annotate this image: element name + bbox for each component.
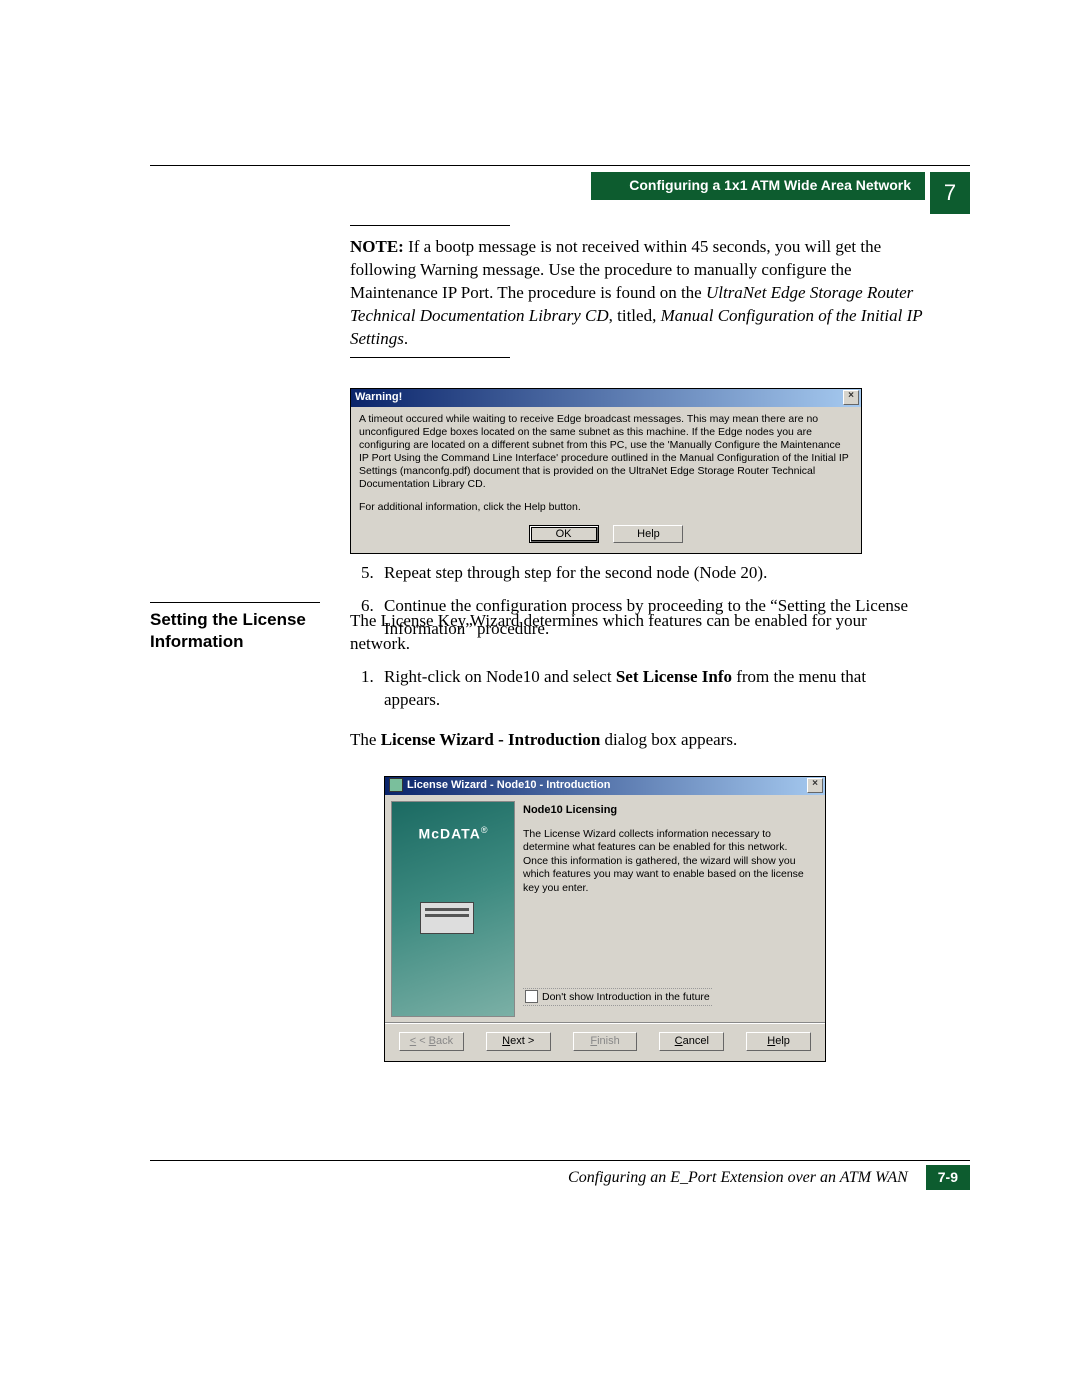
- warning-dialog: Warning! × A timeout occured while waiti…: [350, 388, 862, 555]
- section-heading-rule: [150, 602, 320, 603]
- note-bottom-rule: [350, 357, 510, 358]
- finish-button: Finish: [573, 1032, 638, 1051]
- wizard-title: License Wizard - Node10 - Introduction: [407, 779, 610, 791]
- section-steps: Right-click on Node10 and select Set Lic…: [350, 666, 925, 712]
- note-label: NOTE:: [350, 237, 404, 256]
- step1-bold: Set License Info: [616, 667, 732, 686]
- dont-show-label: Don't show Introduction in the future: [542, 990, 710, 1004]
- license-wizard-dialog: License Wizard - Node10 - Introduction ×…: [384, 776, 826, 1062]
- section-step-1: Right-click on Node10 and select Set Lic…: [378, 666, 925, 712]
- wizard-right-title: Node10 Licensing: [523, 803, 819, 818]
- wizard-side-panel: McDATA®: [391, 801, 515, 1017]
- device-icon: [420, 902, 474, 934]
- note-mid: , titled,: [609, 306, 661, 325]
- checkbox-icon[interactable]: [525, 990, 538, 1003]
- cancel-button[interactable]: Cancel: [659, 1032, 724, 1051]
- note-tail: .: [404, 329, 408, 348]
- warning-body-text: A timeout occured while waiting to recei…: [359, 413, 853, 492]
- next-button[interactable]: Next >: [486, 1032, 551, 1051]
- wizard-right-text: The License Wizard collects information …: [523, 828, 819, 896]
- section-intro: The License Key Wizard determines which …: [350, 610, 925, 656]
- brand-logo: McDATA®: [392, 824, 514, 844]
- footer-page-number: 7-9: [926, 1165, 970, 1190]
- step1-result-before: The: [350, 730, 381, 749]
- wizard-titlebar: License Wizard - Node10 - Introduction ×: [385, 777, 825, 795]
- top-horizontal-rule: [150, 165, 970, 166]
- help-button[interactable]: Help: [746, 1032, 811, 1051]
- step1-before: Right-click on Node10 and select: [384, 667, 616, 686]
- wizard-app-icon: [389, 778, 403, 792]
- dont-show-checkbox-row[interactable]: Don't show Introduction in the future: [523, 988, 712, 1006]
- section-heading: Setting the License Information: [150, 609, 320, 653]
- note-top-rule: [350, 225, 510, 226]
- section-header-bar: Configuring a 1x1 ATM Wide Area Network: [591, 172, 925, 200]
- footer-rule: [150, 1160, 970, 1161]
- brand-text: McDATA: [419, 825, 481, 841]
- step1-result: The License Wizard - Introduction dialog…: [350, 729, 925, 752]
- warning-titlebar: Warning! ×: [351, 389, 861, 407]
- note-paragraph: NOTE: If a bootp message is not received…: [350, 236, 925, 351]
- close-icon[interactable]: ×: [843, 390, 859, 405]
- warning-title: Warning!: [355, 390, 402, 405]
- help-button[interactable]: Help: [613, 525, 683, 544]
- step-5: Repeat step through step for the second …: [378, 562, 925, 585]
- step1-result-bold: License Wizard - Introduction: [381, 730, 601, 749]
- back-button: < < Back< Back: [399, 1032, 464, 1051]
- close-icon[interactable]: ×: [807, 778, 823, 793]
- step1-result-after: dialog box appears.: [600, 730, 737, 749]
- warning-body-text-2: For additional information, click the He…: [359, 501, 853, 514]
- footer-running-title: Configuring an E_Port Extension over an …: [568, 1167, 908, 1189]
- ok-button[interactable]: OK: [529, 525, 599, 544]
- chapter-number-tab: 7: [930, 172, 970, 214]
